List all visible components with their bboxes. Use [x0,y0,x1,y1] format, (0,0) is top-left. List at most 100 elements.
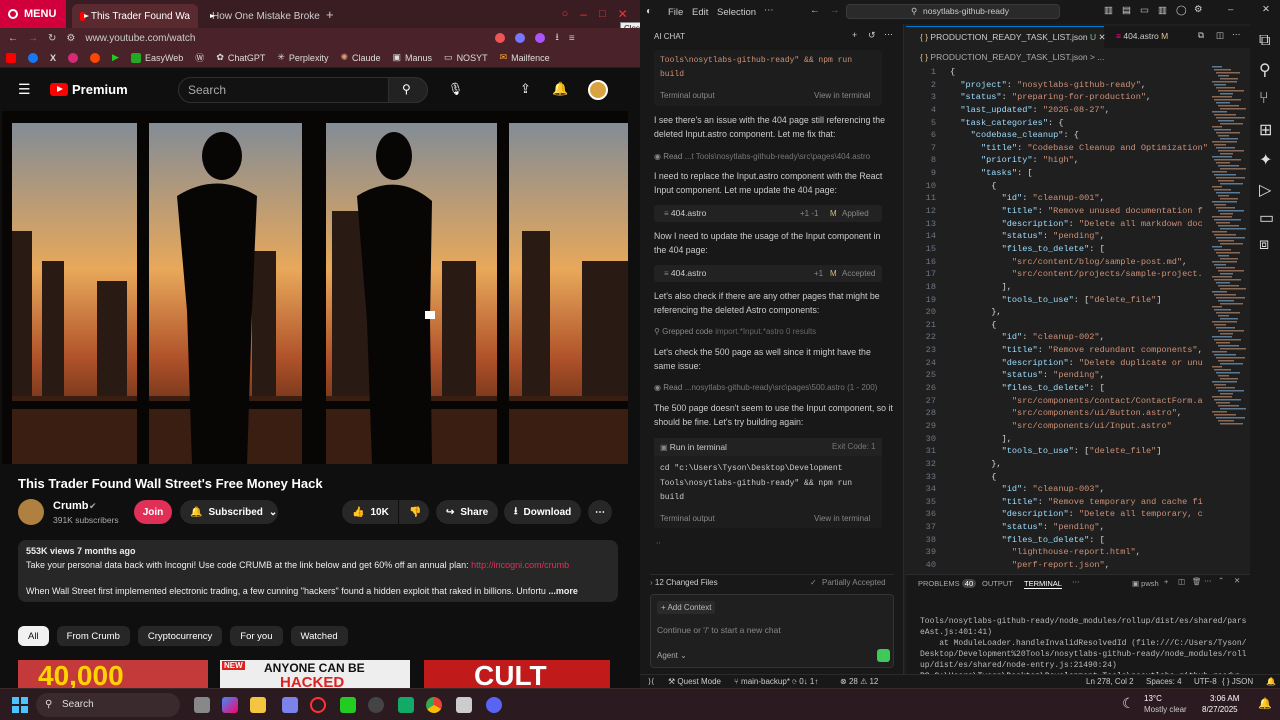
maximize-panel-icon[interactable]: ⌃ [1218,576,1224,585]
view-in-terminal-link[interactable]: View in terminal [814,91,870,100]
download-icon[interactable]: ⭳ [555,30,559,47]
more-icon[interactable]: ⋯ [1232,29,1241,40]
extension-icon[interactable] [535,33,546,43]
site-settings-icon[interactable]: ⚙ [66,33,75,44]
indentation[interactable]: Spaces: 4 [1146,677,1182,686]
bookmark-perplexity[interactable]: ✳ Perplexity [277,52,328,63]
weather-icon[interactable]: ☾ [1122,695,1135,712]
new-tab-icon[interactable]: + [326,7,334,22]
send-button[interactable] [877,649,890,662]
microphone-icon[interactable]: 🎙 [448,82,463,96]
browser-menu-button[interactable]: MENU [0,0,66,28]
tab-2[interactable]: How One Mistake Broke C [198,4,322,28]
account-avatar[interactable] [588,80,608,100]
chip-cryptocurrency[interactable]: Cryptocurrency [137,626,223,646]
language-mode[interactable]: { } JSON [1222,677,1253,686]
chrome-icon[interactable] [426,697,442,713]
hamburger-menu-icon[interactable]: ☰ [18,81,31,98]
wordpress-bookmark-icon[interactable]: Ⓦ [195,51,204,64]
vscode-icon[interactable] [486,697,502,713]
clock-time[interactable]: 3:06 AM [1210,694,1239,703]
new-chat-icon[interactable]: + [852,30,857,40]
split-terminal-icon[interactable]: ◫ [1178,577,1185,586]
bookmark-mailfence[interactable]: ✉ Mailfence [500,52,550,63]
terminal-shell-select[interactable]: ▣ pwsh [1132,579,1159,588]
subscribed-button[interactable]: 🔔 Subscribed ⌄ [180,500,278,524]
new-terminal-icon[interactable]: + [1164,577,1168,586]
notifications-icon[interactable]: 🔔 [1258,697,1272,710]
youtube-bookmark-icon[interactable] [6,52,16,63]
source-control-icon[interactable]: ⑂ [1259,90,1269,108]
tab-terminal[interactable]: TERMINAL [1024,579,1062,589]
quest-mode[interactable]: ⚒ Quest Mode [668,677,721,686]
recommendation-thumbnail-2[interactable]: NEW ANYONE CAN BE HACKED [220,660,410,688]
minimap[interactable] [1210,66,1248,436]
close-tab-icon[interactable]: ✕ [1098,32,1105,42]
minimize-icon[interactable]: – [1228,4,1233,15]
teams-icon[interactable] [282,697,298,713]
tab-active[interactable]: This Trader Found Wa [72,4,198,28]
chip-from-crumb[interactable]: From Crumb [56,626,130,646]
account-icon[interactable]: ◯ [1176,5,1187,16]
reload-icon[interactable]: ↻ [48,33,56,44]
grep-step[interactable]: ⚲ Grepped code import.*Input.*astro 0 re… [654,324,894,339]
split-editor-icon[interactable]: ◫ [1216,30,1224,41]
extension-icon[interactable] [515,33,526,43]
taskbar-search[interactable]: ⚲ Search [36,693,180,717]
bookmark-manus[interactable]: ▣ Manus [393,52,433,63]
notifications-bell-icon[interactable]: 🔔 [552,81,568,97]
chip-watched[interactable]: Watched [290,626,348,646]
bookmark-claude[interactable]: ✺ Claude [340,52,380,63]
changed-files-bar[interactable]: › 12 Changed Files ✓ Partially Accepted [650,574,894,590]
more-link[interactable]: ...more [548,586,578,596]
close-icon[interactable]: ✕ [618,7,628,21]
recommendation-thumbnail-3[interactable]: CULT [424,660,610,688]
search-icon[interactable]: ⚲ [1259,60,1271,80]
back-icon[interactable]: ← [8,33,18,44]
bookmark-easyweb[interactable]: EasyWeb [130,52,183,63]
youtube-logo[interactable]: Premium [50,82,128,97]
kill-terminal-icon[interactable]: 🗑 [1192,577,1202,586]
bookmark-chatgpt[interactable]: ✿ ChatGPT [216,52,265,63]
file-explorer-icon[interactable] [250,697,266,713]
chat-input[interactable]: Continue or '/' to start a new chat [657,625,781,635]
history-icon[interactable]: ↺ [868,30,875,41]
branch-indicator[interactable]: ⑂ main-backup* ⟳ 0↓ 1↑ [734,677,818,686]
agent-mode-select[interactable]: Agent ⌄ [657,651,687,660]
menu-edit[interactable]: Edit [692,7,708,18]
search-button[interactable]: ⚲ [388,77,428,103]
description-box[interactable]: 553K views 7 months ago Take your person… [18,540,618,602]
more-actions-button[interactable]: ⋯ [588,500,612,524]
terminal-output-link[interactable]: Terminal output [660,91,715,100]
video-player[interactable] [2,111,628,464]
chip-for-you[interactable]: For you [230,626,283,646]
menu-more[interactable]: ⋯ [764,5,774,16]
toggle-panel-icon[interactable]: ▭ [1140,5,1149,16]
recommendation-thumbnail-1[interactable]: 40,000 [18,660,208,688]
download-button[interactable]: ⭳ Download [504,500,582,524]
cursor-position[interactable]: Ln 278, Col 2 [1086,677,1134,686]
description-link[interactable]: http://incogni.com/crumb [471,560,569,570]
view-in-terminal-link[interactable]: View in terminal [814,514,870,523]
command-center-search[interactable]: ⚲ nosytlabs-github-ready [846,4,1060,19]
app-icon[interactable] [340,697,356,713]
close-icon[interactable]: ✕ [1262,4,1270,15]
tab-task-list[interactable]: { } PRODUCTION_READY_TASK_LIST.json U ✕ [906,26,1106,48]
tab-output[interactable]: OUTPUT [982,579,1013,588]
file-edit-card[interactable]: ≡ 404.astro +1 M Accepted [654,265,882,282]
url-field[interactable]: www.youtube.com/watch [85,33,485,44]
reddit-bookmark-icon[interactable] [90,52,101,63]
layout-icon[interactable]: ▥ [1104,5,1113,16]
maximize-icon[interactable]: □ [599,8,606,20]
more-icon[interactable]: ⋯ [884,29,893,40]
forward-icon[interactable]: → [28,33,38,44]
code-editor[interactable]: 1{2 "project": "nosytlabs-github-ready",… [920,66,1210,570]
terminal-output-link[interactable]: Terminal output [660,514,715,523]
facebook-bookmark-icon[interactable] [28,52,38,63]
bookmark-nosyt[interactable]: ▭ NOSYT [444,52,488,63]
dislike-button[interactable]: 👎 [399,500,429,524]
extension-icon[interactable] [495,33,506,43]
editor-scrollbar[interactable] [1244,66,1248,506]
git-compare-icon[interactable]: ⧉ [1198,30,1204,41]
clock-date[interactable]: 8/27/2025 [1202,705,1238,714]
